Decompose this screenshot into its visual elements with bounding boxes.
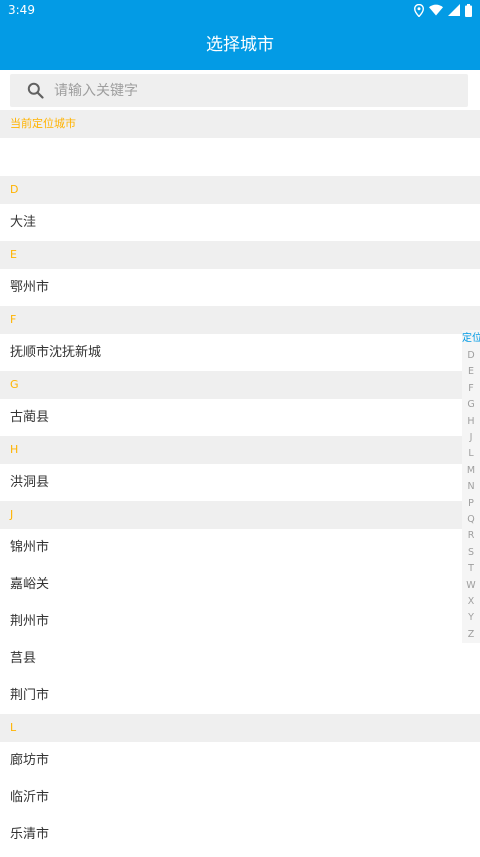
index-location[interactable]: 定位	[462, 330, 480, 347]
index-letter-z[interactable]: Z	[462, 627, 480, 643]
section-header-g: G	[0, 371, 480, 399]
list-item[interactable]: 鄂州市	[0, 269, 480, 306]
city-list[interactable]: 当前定位城市 D 大洼 E 鄂州市 F 抚顺市沈抚新城 G 古蔺县 H 洪洞县 J 锦州市 嘉峪关 荆州市…	[0, 110, 480, 853]
index-letter-j[interactable]: J	[462, 430, 480, 446]
wifi-icon	[429, 4, 443, 16]
list-item[interactable]: 大洼	[0, 204, 480, 241]
list-item[interactable]: 临沂市	[0, 779, 480, 816]
location-icon	[414, 3, 424, 17]
current-location-city[interactable]	[0, 138, 480, 176]
list-item[interactable]: 抚顺市沈抚新城	[0, 334, 480, 371]
section-header-h: H	[0, 436, 480, 464]
signal-icon	[448, 4, 460, 16]
status-time: 3:49	[8, 3, 35, 17]
index-letter-p[interactable]: P	[462, 496, 480, 512]
alphabet-index-bar[interactable]: 定位 DEFGHJLMNPQRSTWXYZ	[462, 330, 480, 643]
section-header-f: F	[0, 306, 480, 334]
page-title: 选择城市	[206, 35, 274, 55]
index-letter-g[interactable]: G	[462, 397, 480, 413]
list-item[interactable]: 锦州市	[0, 529, 480, 566]
index-letter-r[interactable]: R	[462, 528, 480, 544]
search-box[interactable]	[10, 74, 468, 107]
section-header-j: J	[0, 501, 480, 529]
index-letter-d[interactable]: D	[462, 348, 480, 364]
status-icons	[414, 3, 472, 17]
index-letter-e[interactable]: E	[462, 364, 480, 380]
status-bar: 3:49	[0, 0, 480, 20]
index-letter-w[interactable]: W	[462, 578, 480, 594]
search-input[interactable]	[54, 74, 454, 107]
index-letter-n[interactable]: N	[462, 479, 480, 495]
index-letter-t[interactable]: T	[462, 561, 480, 577]
app-bar: 选择城市	[0, 20, 480, 70]
list-item[interactable]: 洪洞县	[0, 464, 480, 501]
list-item[interactable]: 廊坊市	[0, 742, 480, 779]
index-letter-h[interactable]: H	[462, 414, 480, 430]
current-location-header: 当前定位城市	[0, 110, 480, 138]
list-item[interactable]: 荆州市	[0, 603, 480, 640]
list-item[interactable]: 荆门市	[0, 677, 480, 714]
section-header-l: L	[0, 714, 480, 742]
index-letter-q[interactable]: Q	[462, 512, 480, 528]
index-letter-y[interactable]: Y	[462, 610, 480, 626]
index-letter-s[interactable]: S	[462, 545, 480, 561]
search-bar	[0, 70, 480, 110]
city-sections: D 大洼 E 鄂州市 F 抚顺市沈抚新城 G 古蔺县 H 洪洞县 J 锦州市 嘉峪关 荆州市 莒县 荆门市 L 廊…	[0, 176, 480, 853]
index-letter-l[interactable]: L	[462, 446, 480, 462]
list-item[interactable]: 乐清市	[0, 816, 480, 853]
index-letter-f[interactable]: F	[462, 381, 480, 397]
list-item[interactable]: 嘉峪关	[0, 566, 480, 603]
index-letter-x[interactable]: X	[462, 594, 480, 610]
list-item[interactable]: 古蔺县	[0, 399, 480, 436]
section-header-d: D	[0, 176, 480, 204]
section-header-e: E	[0, 241, 480, 269]
index-letter-m[interactable]: M	[462, 463, 480, 479]
search-icon	[27, 82, 44, 99]
list-item[interactable]: 莒县	[0, 640, 480, 677]
battery-icon	[465, 3, 472, 17]
